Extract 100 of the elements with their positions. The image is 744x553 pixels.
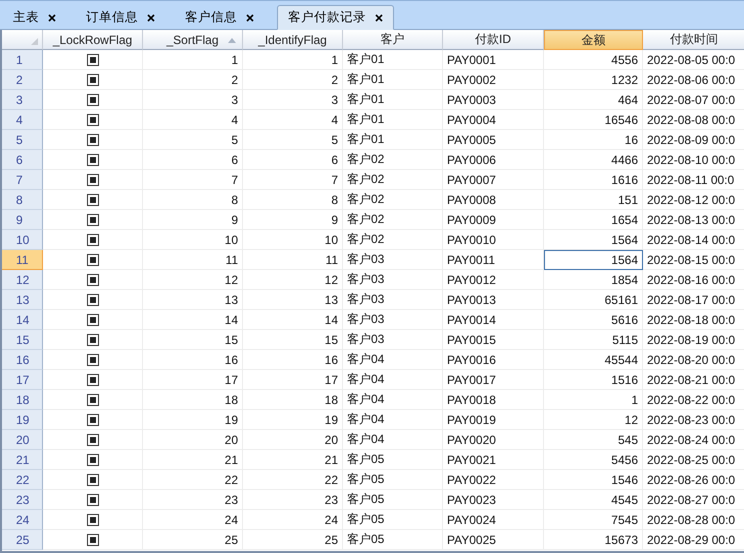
checkbox[interactable]: [86, 534, 98, 546]
checkbox[interactable]: [86, 414, 98, 426]
row-header[interactable]: 25: [2, 530, 43, 550]
table-cell: 20: [143, 430, 243, 450]
row-header[interactable]: 8: [2, 190, 43, 210]
checkbox[interactable]: [86, 294, 98, 306]
table-cell: 22: [243, 470, 343, 490]
row-header[interactable]: 6: [2, 150, 43, 170]
checkbox[interactable]: [86, 194, 98, 206]
checkbox[interactable]: [86, 254, 98, 266]
row-header[interactable]: 18: [2, 390, 43, 410]
table-cell: 2022-08-14 00:0: [643, 230, 744, 250]
checkbox[interactable]: [86, 134, 98, 146]
tab[interactable]: 客户信息: [174, 5, 273, 30]
checkbox[interactable]: [86, 234, 98, 246]
checkbox[interactable]: [86, 514, 98, 526]
checkbox[interactable]: [86, 334, 98, 346]
table-cell: 客户02: [343, 190, 443, 210]
close-icon[interactable]: [48, 14, 56, 22]
tab[interactable]: 主表: [2, 5, 75, 30]
checkbox[interactable]: [86, 174, 98, 186]
row-header[interactable]: 16: [2, 350, 43, 370]
row-header[interactable]: 7: [2, 170, 43, 190]
triangle-icon: [31, 38, 38, 45]
checkbox[interactable]: [86, 354, 98, 366]
table-cell: 20: [243, 430, 343, 450]
checkbox[interactable]: [86, 74, 98, 86]
table-cell: PAY0004: [443, 110, 544, 130]
row-header[interactable]: 9: [2, 210, 43, 230]
checkbox[interactable]: [86, 374, 98, 386]
tab[interactable]: 订单信息: [75, 5, 174, 30]
checkbox[interactable]: [86, 314, 98, 326]
table-cell: 3: [243, 90, 343, 110]
table-cell: 19: [243, 410, 343, 430]
row-header[interactable]: 20: [2, 430, 43, 450]
table-cell: PAY0016: [443, 350, 544, 370]
table-cell: 1516: [544, 370, 643, 390]
table-cell: 4: [243, 110, 343, 130]
column-header[interactable]: _IdentifyFlag: [243, 30, 343, 50]
table-cell: 2022-08-11 00:0: [643, 170, 744, 190]
table-cell: 1546: [544, 470, 643, 490]
row-header[interactable]: 23: [2, 490, 43, 510]
close-icon[interactable]: [147, 14, 155, 22]
checkbox[interactable]: [86, 394, 98, 406]
table-cell: PAY0006: [443, 150, 544, 170]
table-cell: 16: [243, 350, 343, 370]
row-header[interactable]: 2: [2, 70, 43, 90]
close-icon[interactable]: [375, 14, 383, 22]
column-header[interactable]: _LockRowFlag: [43, 30, 143, 50]
table-cell: 13: [143, 290, 243, 310]
row-header[interactable]: 11: [2, 250, 43, 270]
table-cell: PAY0022: [443, 470, 544, 490]
table-cell: 1616: [544, 170, 643, 190]
row-header[interactable]: 15: [2, 330, 43, 350]
row-header[interactable]: 5: [2, 130, 43, 150]
column-header[interactable]: 金额: [544, 30, 643, 50]
table-cell: 2: [143, 70, 243, 90]
table-cell: PAY0018: [443, 390, 544, 410]
table-cell: 客户03: [343, 290, 443, 310]
checkbox[interactable]: [86, 274, 98, 286]
column-header[interactable]: 客户: [343, 30, 443, 50]
row-header[interactable]: 4: [2, 110, 43, 130]
table-cell: 5456: [544, 450, 643, 470]
row-header[interactable]: 3: [2, 90, 43, 110]
column-header[interactable]: 付款ID: [443, 30, 544, 50]
checkbox[interactable]: [86, 474, 98, 486]
column-header[interactable]: _SortFlag: [143, 30, 243, 50]
row-header[interactable]: 1: [2, 50, 43, 70]
row-header[interactable]: 22: [2, 470, 43, 490]
column-header[interactable]: 付款时间: [643, 30, 744, 50]
table-cell: 16: [544, 130, 643, 150]
checkbox[interactable]: [86, 114, 98, 126]
table-cell: 8: [143, 190, 243, 210]
row-header[interactable]: 21: [2, 450, 43, 470]
table-cell: 10: [243, 230, 343, 250]
table-cell: 5616: [544, 310, 643, 330]
sort-ascending-icon: [228, 38, 236, 43]
checkbox[interactable]: [86, 214, 98, 226]
row-header[interactable]: 10: [2, 230, 43, 250]
table-cell: 客户04: [343, 430, 443, 450]
checkbox[interactable]: [86, 54, 98, 66]
checkbox[interactable]: [86, 454, 98, 466]
row-header[interactable]: 24: [2, 510, 43, 530]
checkbox[interactable]: [86, 494, 98, 506]
checkbox[interactable]: [86, 94, 98, 106]
table-cell: 24: [143, 510, 243, 530]
table-cell: 1: [243, 50, 343, 70]
table-cell: 151: [544, 190, 643, 210]
close-icon[interactable]: [246, 14, 254, 22]
row-header[interactable]: 14: [2, 310, 43, 330]
row-header[interactable]: 12: [2, 270, 43, 290]
table-cell: 14: [143, 310, 243, 330]
table-cell: 2022-08-23 00:0: [643, 410, 744, 430]
checkbox[interactable]: [86, 434, 98, 446]
table-cell: 客户02: [343, 230, 443, 250]
tab[interactable]: 客户付款记录: [277, 5, 394, 30]
row-header[interactable]: 19: [2, 410, 43, 430]
row-header[interactable]: 17: [2, 370, 43, 390]
checkbox[interactable]: [86, 154, 98, 166]
row-header[interactable]: 13: [2, 290, 43, 310]
